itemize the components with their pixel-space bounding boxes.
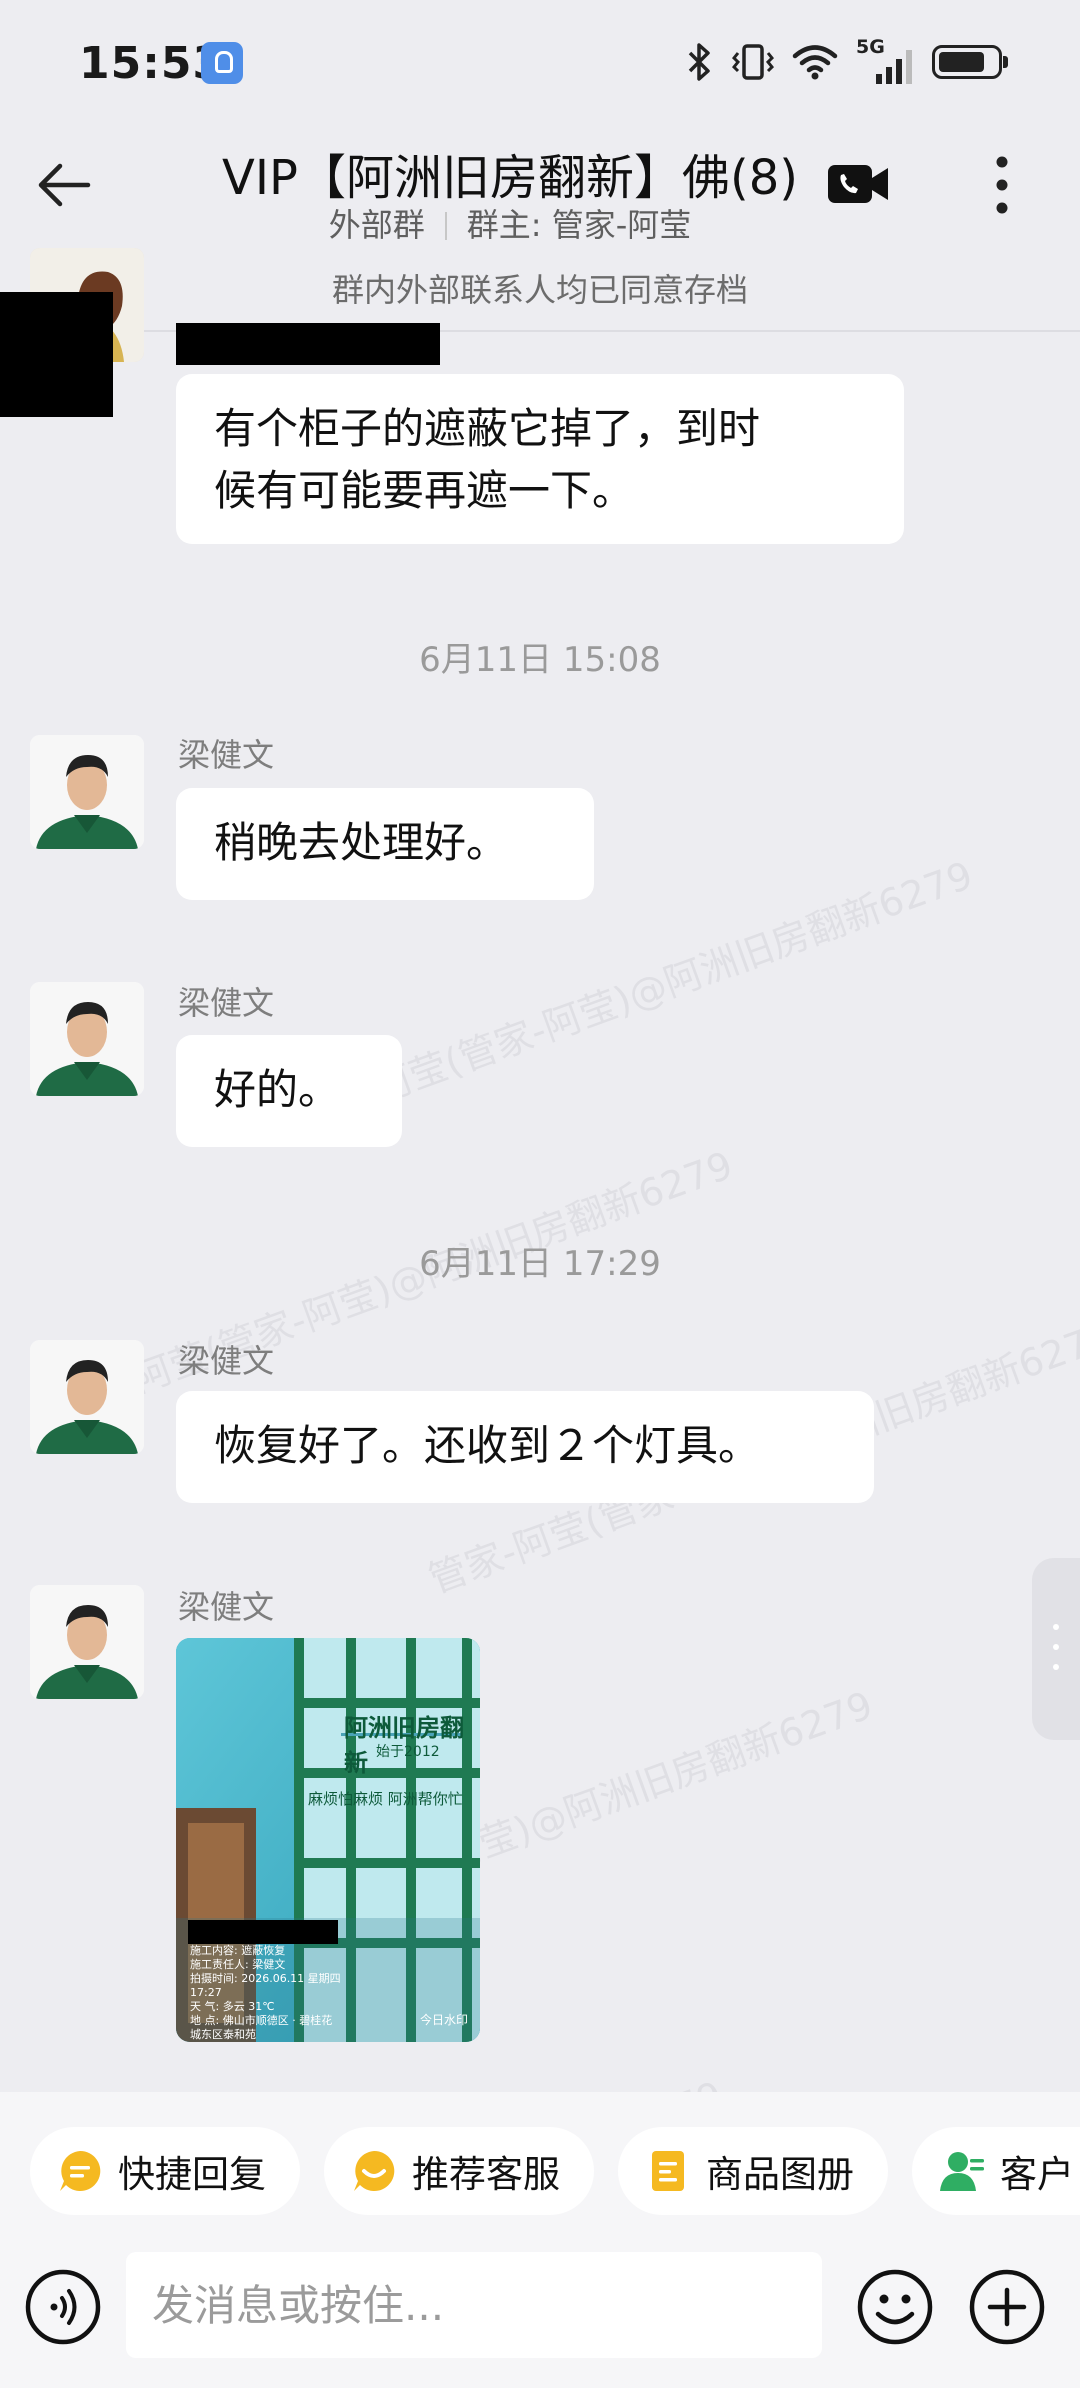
subtitle-divider: [444, 212, 447, 240]
redacted-sender-name: [176, 323, 440, 365]
photo-caption-line: 地 点: 佛山市顺德区 · 碧桂花: [190, 2014, 333, 2027]
more-options-icon[interactable]: [980, 152, 1024, 218]
message-bubble[interactable]: 好的。: [176, 1035, 402, 1147]
emoji-icon[interactable]: [856, 2268, 934, 2346]
customer-label: 客户: [1000, 2153, 1074, 2196]
photo-caption-line: 城东区泰和苑: [190, 2028, 256, 2041]
photo-caption-line: 施工内容: 遮蔽恢复: [190, 1944, 286, 1957]
time-divider: 6月11日 15:08: [419, 640, 661, 680]
sender-avatar[interactable]: [30, 1340, 144, 1454]
quick-reply-chip[interactable]: 快捷回复: [30, 2127, 300, 2215]
sender-name: 梁健文: [178, 1588, 275, 1626]
voice-input-icon[interactable]: [24, 2268, 102, 2346]
group-owner-label: 群主: 管家-阿莹: [466, 206, 692, 244]
quick-reply-icon: [60, 2150, 101, 2191]
quick-actions-bar: 快捷回复 推荐客服 商品图册 客户: [0, 2092, 1080, 2248]
cellular-signal-icon: 5G: [856, 36, 914, 84]
recommend-service-icon: [354, 2150, 395, 2191]
wifi-icon: [792, 45, 838, 80]
quick-reply-label: 快捷回复: [118, 2153, 266, 2196]
archive-notice: 群内外部联系人均已同意存档: [331, 271, 748, 309]
photo-caption-line: 17:27: [190, 1986, 222, 1999]
sender-name: 梁健文: [178, 1342, 275, 1380]
chat-subtitle: 外部群 群主: 管家-阿莹: [190, 200, 830, 246]
side-drawer-handle[interactable]: [1032, 1558, 1080, 1740]
recommend-service-label: 推荐客服: [412, 2153, 560, 2196]
photo-caption-line: 拍摄时间: 2026.06.11 星期四: [190, 1972, 341, 1985]
battery-level: [939, 52, 984, 72]
message-bubble[interactable]: 恢复好了。还收到２个灯具。: [176, 1391, 874, 1503]
photo-watermark-stamp: 今日水印: [419, 2013, 468, 2027]
photo-slogan-text: 麻烦怕麻烦 阿洲帮你忙: [308, 1790, 463, 1808]
bluetooth-icon: [688, 43, 710, 81]
customer-chip[interactable]: 客户: [912, 2127, 1080, 2215]
photo-caption: 施工内容: 遮蔽恢复 施工责任人: 梁健文 拍摄时间: 2026.06.11 星…: [190, 1944, 390, 2042]
sender-avatar[interactable]: [30, 982, 144, 1096]
message-bubble[interactable]: 稍晚去处理好。: [176, 788, 594, 900]
chat-header: VIP【阿洲旧房翻新】佛(8) 外部群 群主: 管家-阿莹: [0, 120, 1080, 260]
chat-messages[interactable]: 管家-阿莹(管家-阿莹)@阿洲旧房翻新6279 管家-阿莹(管家-阿莹)@阿洲旧…: [0, 332, 1080, 2092]
product-album-chip[interactable]: 商品图册: [618, 2127, 888, 2215]
back-arrow-icon[interactable]: [30, 150, 100, 220]
product-album-icon: [652, 2151, 684, 2191]
group-type-label: 外部群: [328, 206, 425, 244]
video-call-icon[interactable]: [826, 158, 892, 210]
status-bar: 15:53 5G: [0, 0, 1080, 120]
sender-name: 梁健文: [178, 984, 275, 1022]
message-input-bar: [0, 2248, 1080, 2388]
notification-badge-icon: [201, 42, 243, 84]
watermark: 管家-阿莹(管家-阿莹)@阿洲旧房翻新6279: [30, 2064, 729, 2092]
vibrate-icon: [732, 44, 774, 80]
product-album-label: 商品图册: [706, 2153, 854, 2196]
message-bubble[interactable]: 有个柜子的遮蔽它掉了，到时 候有可能要再遮一下。: [176, 374, 904, 544]
recommend-service-chip[interactable]: 推荐客服: [324, 2127, 594, 2215]
status-icons: 5G: [686, 36, 1008, 88]
battery-icon: [932, 45, 1008, 79]
redaction-block: [0, 292, 113, 417]
sender-avatar[interactable]: [30, 735, 144, 849]
photo-since-text: 始于2012: [376, 1744, 440, 1760]
chat-title[interactable]: VIP【阿洲旧房翻新】佛(8): [190, 138, 830, 208]
photo-caption-line: 施工责任人: 梁健文: [190, 1958, 286, 1971]
sender-name: 梁健文: [178, 736, 275, 774]
customer-icon: [940, 2152, 984, 2191]
message-input[interactable]: [126, 2252, 822, 2358]
plus-icon[interactable]: [968, 2268, 1046, 2346]
photo-caption-line: 天 气: 多云 31℃: [190, 2000, 275, 2013]
sender-avatar[interactable]: [30, 1585, 144, 1699]
photo-message[interactable]: 阿洲旧房翻新 始于2012 麻烦怕麻烦 阿洲帮你忙 施工内容: 遮蔽恢复 施工责…: [176, 1638, 480, 2042]
time-divider: 6月11日 17:29: [419, 1244, 661, 1284]
